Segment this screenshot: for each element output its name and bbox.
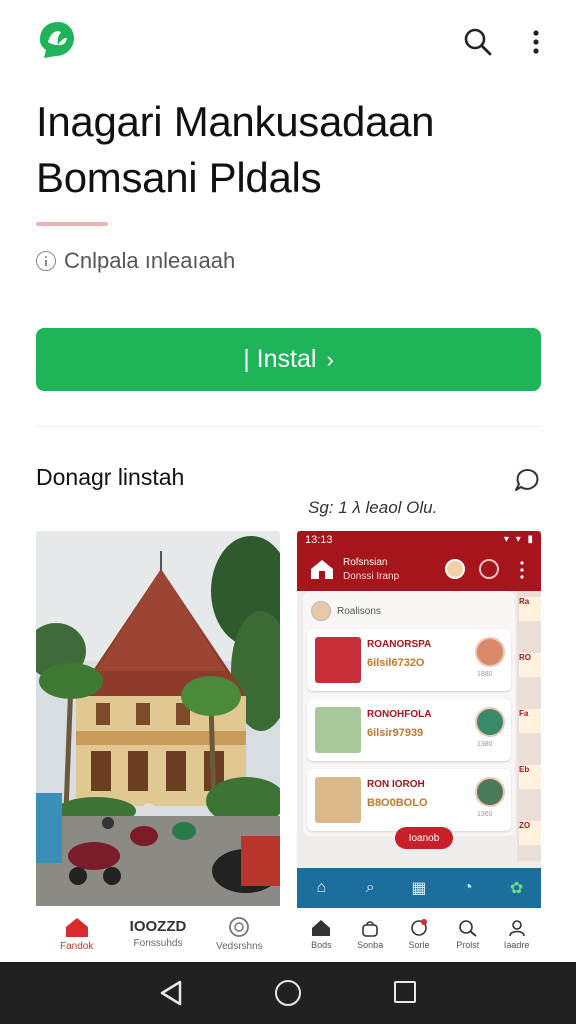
app-title: Inagari Mankusadaan Bomsani Pldals [36,98,435,201]
card-small-text: 1360 [477,811,493,818]
card-name: RONOHFOLA [367,709,432,720]
avatar [311,601,331,621]
recents-icon[interactable] [394,981,416,1003]
header-line-1: Rofsnsian [343,557,388,568]
left-nav-third[interactable]: Vedsrshns [199,906,280,961]
avatar [475,777,505,807]
grid-icon[interactable]: ▦ [408,877,430,899]
install-label: | Instal [243,345,317,373]
card-thumbnail [315,637,361,683]
right-nav-label: Sonba [357,940,384,950]
side-label: RO [519,653,541,677]
home-icon[interactable] [309,557,335,581]
search-icon[interactable] [462,26,494,58]
left-nav-third-label: Vedsrshns [215,940,263,952]
left-nav-second-glyph: IOOZZD [129,918,187,935]
panel-header-label: Roalisons [337,605,381,617]
screenshot-right[interactable]: 13:13 ▾ ▾ ▮ Rofsnsian Donssi Iranp Roali… [297,531,541,961]
left-nav-home[interactable]: Fandok [36,906,117,961]
screenshot-caption: Sg: 1 λ leaol Olu. [308,498,438,517]
card-name: ROANORSPA [367,639,432,650]
side-label: Ra [519,597,541,621]
right-nav-label: Prolst [456,940,480,950]
card-thumbnail [315,777,361,823]
right-nav-item[interactable]: Iaadre [492,908,541,961]
left-nav-second-label: Fonssuhds [133,938,183,949]
side-label: Fa [519,709,541,733]
avatar[interactable] [445,559,465,579]
side-label: Eb [519,765,541,789]
search-icon[interactable]: ⌕ [359,877,381,899]
building-photo [36,531,280,906]
status-time: 13:13 [305,534,333,546]
clock-icon[interactable]: ◔ [457,877,479,899]
right-nav-item[interactable]: Bods [297,908,346,961]
card-thumbnail [315,707,361,753]
right-nav-label: Iaadre [503,940,530,950]
home-button-icon[interactable] [275,980,301,1006]
person-icon [508,920,525,937]
timer-icon[interactable] [479,559,499,579]
refresh-icon [411,919,427,936]
list-item[interactable]: ROANORSPA 6ilsil6732O 1880 [307,629,511,691]
home-icon [65,917,88,937]
top-app-bar [0,0,576,80]
screenshot-left[interactable]: Fandok IOOZZD Fonssuhds Vedsrshns [36,531,280,961]
install-button[interactable]: | Instal › [36,328,541,391]
chevron-right-icon: › [326,346,334,372]
list-item[interactable]: RONOHFOLA 6ilsir97939 1380 [307,699,511,761]
action-bar: ⌂ ⌕ ▦ ◔ ✿ [297,868,541,908]
status-bar: 13:13 ▾ ▾ ▮ [297,531,541,549]
title-accent-line [36,222,108,226]
left-bottom-nav: Fandok IOOZZD Fonssuhds Vedsrshns [36,906,280,961]
card-name: RON IOROH [367,779,425,790]
card-number: 6ilsir97939 [367,727,424,739]
back-icon[interactable] [158,979,184,1007]
results-panel: Roalisons ROANORSPA 6ilsil6732O 1880 RON… [303,591,515,836]
left-nav-second[interactable]: IOOZZD Fonssuhds [117,906,198,961]
home-icon[interactable]: ⌂ [310,877,332,899]
right-nav-label: Sorle [408,940,430,950]
system-navigation-bar [0,962,576,1024]
right-nav-item[interactable]: Prolst [443,908,492,961]
info-icon [36,251,56,271]
home-icon [312,920,331,936]
app-header: Rofsnsian Donssi Iranp [297,549,541,591]
comment-icon[interactable] [510,464,542,496]
avatar [475,707,505,737]
right-nav-item[interactable]: Sorle [395,908,444,961]
more-options-icon[interactable] [519,559,525,581]
right-nav-item[interactable]: Sonba [346,908,395,961]
floating-action-button[interactable]: Ioanob [395,827,453,849]
card-small-text: 1880 [477,671,493,678]
left-nav-home-label: Fandok [59,940,94,952]
info-text: Cnlpala ınleaıaah [64,248,236,273]
side-strip: Ra RO Fa Eb ZO [517,591,541,861]
card-small-text: 1380 [477,741,493,748]
app-logo-icon [40,22,74,58]
circle-icon [229,916,250,937]
more-options-icon[interactable] [524,26,548,58]
list-item[interactable]: RON IOROH B8O0BOLO 1360 [307,769,511,831]
card-number: B8O0BOLO [367,797,428,809]
header-line-2: Donssi Iranp [343,571,400,582]
right-nav-label: Bods [311,940,332,950]
avatar [475,637,505,667]
leaf-icon[interactable]: ✿ [506,877,528,899]
search-icon [458,920,477,937]
bag-icon [362,921,378,937]
card-number: 6ilsil6732O [367,657,425,669]
right-bottom-nav: Bods Sonba Sorle Prolst Iaadre [297,908,541,961]
divider [36,426,541,427]
side-label: ZO [519,821,541,845]
section-title: Donagr linstah [36,464,185,490]
info-row: Cnlpala ınleaıaah [36,248,235,274]
status-icons: ▾ ▾ ▮ [503,534,535,545]
panel-header: Roalisons [311,599,381,623]
